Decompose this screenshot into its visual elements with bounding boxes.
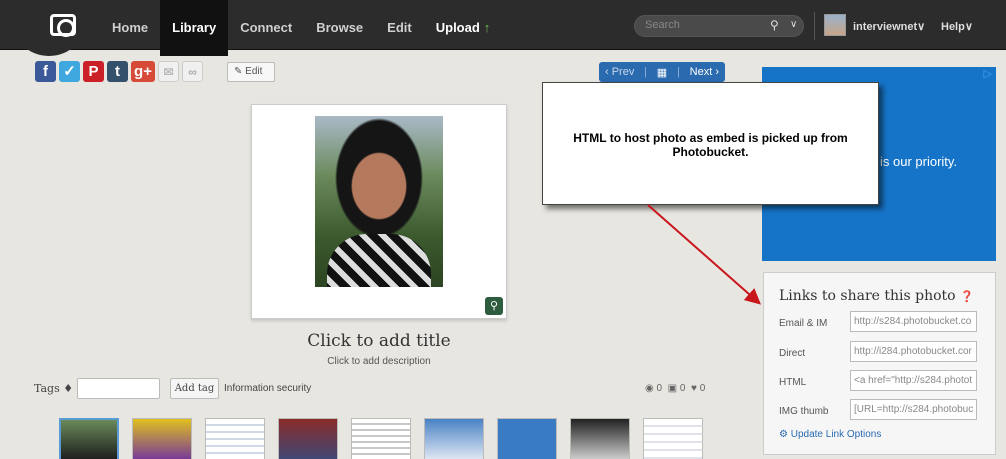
- next-button[interactable]: Next ›: [690, 66, 719, 78]
- pager-divider: |: [644, 66, 647, 78]
- search-input[interactable]: Search ⚲ ∨: [634, 15, 804, 37]
- adchoices-icon[interactable]: ▷: [984, 67, 992, 80]
- photo-pager: ‹ Prev | ▦ | Next ›: [599, 62, 725, 82]
- help-menu[interactable]: Help∨: [941, 20, 973, 33]
- edit-label: Edit: [245, 66, 263, 77]
- upload-arrow-icon: ↑: [483, 20, 491, 35]
- edit-icon: ✎: [234, 66, 243, 77]
- photo-frame: ⚲: [251, 104, 507, 319]
- mail-icon[interactable]: ✉: [158, 61, 179, 82]
- share-links-panel: Links to share this photo ❓ Email & IM h…: [763, 272, 996, 455]
- nav-divider: [814, 12, 815, 40]
- link-label-html: HTML: [779, 377, 807, 388]
- grid-view-icon[interactable]: ▦: [657, 66, 667, 79]
- main-photo[interactable]: [315, 116, 443, 287]
- prev-button[interactable]: ‹ Prev: [605, 66, 634, 78]
- googleplus-icon[interactable]: g+: [131, 61, 155, 82]
- link-field-html[interactable]: <a href="http://s284.photot: [850, 370, 977, 391]
- thumbnail[interactable]: [643, 418, 703, 459]
- tag-icon: ♦: [63, 382, 74, 395]
- thumbnail[interactable]: [351, 418, 411, 459]
- add-tag-button[interactable]: Add tag: [170, 378, 219, 399]
- share-links-title-text: Links to share this photo: [779, 288, 956, 304]
- edit-button[interactable]: ✎ Edit: [227, 62, 275, 82]
- pinterest-icon[interactable]: P: [83, 61, 104, 82]
- link-label-direct: Direct: [779, 348, 806, 359]
- search-placeholder: Search: [645, 19, 680, 31]
- tags-label: Tags ♦: [34, 382, 73, 395]
- ad-text: is our priority.: [880, 154, 958, 169]
- tag-item[interactable]: Information security: [224, 383, 311, 394]
- nav-upload-label: Upload: [435, 20, 480, 35]
- annotation-callout: HTML to host photo as embed is picked up…: [542, 82, 879, 205]
- search-icon[interactable]: ⚲: [770, 18, 779, 32]
- main-nav: Home Library Connect Browse Edit Upload ↑: [100, 0, 502, 56]
- link-field-email[interactable]: http://s284.photobucket.co: [850, 311, 977, 332]
- thumbnail[interactable]: [497, 418, 557, 459]
- share-links-title: Links to share this photo ❓: [779, 288, 974, 304]
- comments-count: 0: [679, 383, 686, 394]
- tumblr-icon[interactable]: t: [107, 61, 128, 82]
- update-link-label: Update Link Options: [790, 429, 882, 440]
- thumbnail[interactable]: [424, 418, 484, 459]
- link-field-direct[interactable]: http://i284.photobucket.cor: [850, 341, 977, 362]
- logo-wrap: [10, 0, 88, 56]
- thumbnail[interactable]: [132, 418, 192, 459]
- photo-description[interactable]: Click to add description: [251, 356, 507, 367]
- nav-connect[interactable]: Connect: [228, 0, 304, 56]
- tags-label-text: Tags: [34, 382, 60, 395]
- views-icon: ◉: [645, 383, 654, 394]
- likes-icon: ♥: [691, 383, 697, 394]
- nav-edit[interactable]: Edit: [375, 0, 424, 56]
- nav-home[interactable]: Home: [100, 0, 160, 56]
- nav-browse[interactable]: Browse: [304, 0, 375, 56]
- help-icon[interactable]: ❓: [960, 290, 974, 303]
- comments-icon: ▣: [667, 383, 678, 394]
- user-menu[interactable]: interviewnet∨: [853, 20, 925, 33]
- pager-divider: |: [677, 66, 680, 78]
- link-label-img-thumb: IMG thumb: [779, 406, 829, 417]
- twitter-icon[interactable]: ✓: [59, 61, 80, 82]
- photobucket-logo-icon[interactable]: [50, 14, 76, 37]
- thumbnail-strip: [59, 418, 703, 459]
- search-dropdown-icon[interactable]: ∨: [790, 19, 797, 30]
- link-field-img-thumb[interactable]: [URL=http://s284.photobuc: [850, 399, 977, 420]
- link-label-email: Email & IM: [779, 318, 828, 329]
- facebook-icon[interactable]: f: [35, 61, 56, 82]
- thumbnail[interactable]: [278, 418, 338, 459]
- share-icons: f ✓ P t g+ ✉ ∞: [35, 61, 203, 82]
- tag-input[interactable]: [77, 378, 160, 399]
- zoom-icon[interactable]: ⚲: [485, 297, 503, 315]
- update-link-options[interactable]: ⚙ Update Link Options: [779, 429, 881, 440]
- photo-stats: ◉ 0 ▣ 0 ♥ 0: [645, 383, 705, 394]
- top-nav-bar: Home Library Connect Browse Edit Upload ↑…: [0, 0, 1006, 56]
- photo-title[interactable]: Click to add title: [251, 331, 507, 351]
- thumbnail[interactable]: [570, 418, 630, 459]
- nav-library[interactable]: Library: [160, 0, 229, 56]
- avatar[interactable]: [824, 14, 846, 36]
- link-icon[interactable]: ∞: [182, 61, 203, 82]
- views-count: 0: [656, 383, 663, 394]
- likes-count: 0: [699, 383, 706, 394]
- thumbnail[interactable]: [59, 418, 119, 459]
- gear-icon: ⚙: [779, 429, 788, 440]
- nav-upload[interactable]: Upload ↑: [424, 0, 503, 56]
- thumbnail[interactable]: [205, 418, 265, 459]
